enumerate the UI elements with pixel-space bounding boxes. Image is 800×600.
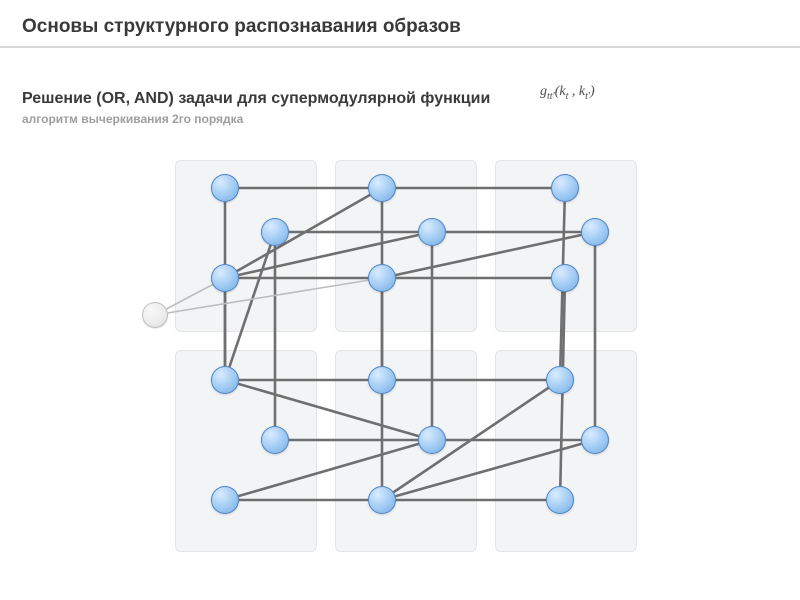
header-divider — [0, 46, 800, 48]
graph-node — [211, 366, 239, 394]
section-title: Решение (OR, AND) задачи для супермодуля… — [22, 90, 490, 108]
graph-node — [551, 264, 579, 292]
graph-node — [261, 218, 289, 246]
graph-node — [211, 174, 239, 202]
formula-label: gtt'(kt , kt') — [540, 84, 595, 102]
graph-node — [368, 174, 396, 202]
graph-node — [551, 174, 579, 202]
graph-node — [211, 264, 239, 292]
graph-node — [211, 486, 239, 514]
graph-node — [261, 426, 289, 454]
graph-node-ghost — [142, 302, 168, 328]
graph-edge — [225, 440, 432, 500]
graph-node — [368, 486, 396, 514]
graph-node — [546, 366, 574, 394]
graph-node — [581, 218, 609, 246]
formula-sub-tt: tt' — [547, 91, 555, 102]
page-title: Основы структурного распознавания образо… — [22, 16, 461, 38]
graph-node — [418, 426, 446, 454]
diagram-edges — [125, 140, 625, 580]
graph-node — [368, 264, 396, 292]
graph-node — [418, 218, 446, 246]
diagram-stage — [125, 140, 625, 580]
graph-node — [368, 366, 396, 394]
section-subtitle: алгоритм вычеркивания 2го порядка — [22, 112, 243, 126]
formula-close: ) — [590, 84, 595, 99]
graph-edge — [225, 380, 432, 440]
formula-g: g — [540, 84, 547, 99]
graph-node — [581, 426, 609, 454]
formula-comma: , — [568, 84, 579, 99]
graph-node — [546, 486, 574, 514]
graph-edge — [225, 232, 432, 278]
